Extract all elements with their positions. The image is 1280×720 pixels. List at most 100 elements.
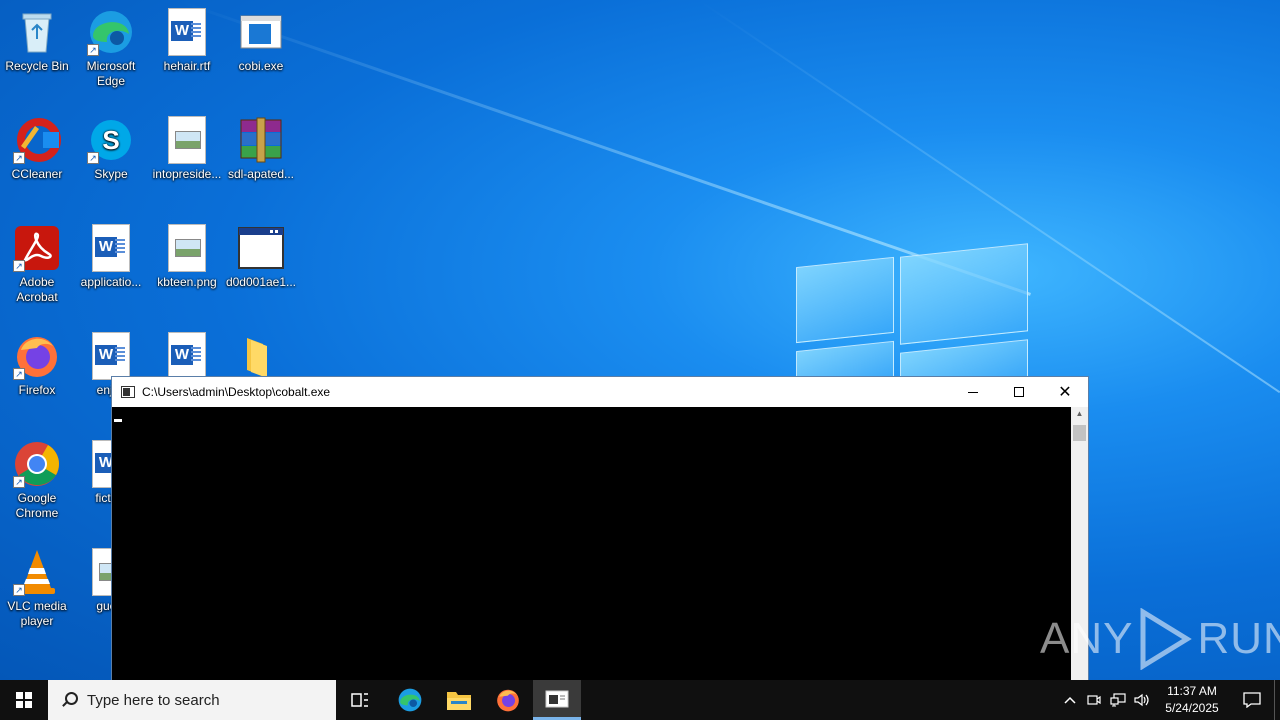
search-icon: [61, 692, 78, 708]
desktop-icon-sdl-apated[interactable]: sdl-apated...: [224, 116, 298, 182]
desktop-icon-recycle-bin[interactable]: Recycle Bin: [0, 8, 74, 74]
close-icon: ✕: [1058, 384, 1072, 401]
icon-label: kbteen.png: [157, 275, 217, 289]
system-tray: 11:37 AM 5/24/2025: [1058, 680, 1280, 720]
console-title-bar[interactable]: C:\Users\admin\Desktop\cobalt.exe ✕: [112, 377, 1088, 407]
file-explorer-icon: [447, 692, 471, 710]
show-hidden-icons-button[interactable]: [1058, 680, 1082, 720]
firefox-icon: [497, 689, 519, 712]
watermark-text-left: ANY: [1040, 614, 1134, 663]
icon-label: CCleaner: [11, 167, 63, 181]
shortcut-arrow-icon: ↗: [13, 260, 25, 272]
taskbar-search-box[interactable]: Type here to search: [48, 680, 336, 720]
desktop-icon-skype[interactable]: S ↗ Skype: [74, 116, 148, 182]
icon-label: applicatio...: [80, 275, 142, 289]
desktop-icon-kbteen-png[interactable]: kbteen.png: [150, 224, 224, 290]
speaker-icon: [1134, 693, 1149, 707]
shortcut-arrow-icon: ↗: [87, 152, 99, 164]
taskbar-console[interactable]: [533, 680, 581, 720]
windows-start-icon: [16, 692, 32, 708]
chevron-up-icon: [1064, 696, 1076, 704]
meet-now-button[interactable]: [1082, 680, 1106, 720]
shortcut-arrow-icon: ↗: [13, 476, 25, 488]
desktop-icon-cobi-exe[interactable]: cobi.exe: [224, 8, 298, 74]
taskbar-file-explorer[interactable]: [435, 680, 483, 720]
anyrun-watermark: ANY RUN: [1040, 608, 1280, 670]
ccleaner-icon: ↗: [13, 116, 61, 164]
console-app-icon: [121, 386, 135, 398]
minimize-icon: [968, 391, 978, 393]
icon-label: sdl-apated...: [227, 167, 295, 181]
chrome-icon: ↗: [13, 440, 61, 488]
icon-label: Microsoft Edge: [86, 59, 136, 88]
image-file-icon: [163, 116, 211, 164]
desktop-icon-adobe-acrobat[interactable]: ↗ Adobe Acrobat: [0, 224, 74, 305]
minimize-button[interactable]: [950, 377, 996, 407]
word-document-icon: W: [87, 224, 135, 272]
svg-text:S: S: [102, 125, 119, 155]
icon-label: VLC media player: [7, 599, 67, 628]
shortcut-arrow-icon: ↗: [13, 368, 25, 380]
desktop-icon-google-chrome[interactable]: ↗ Google Chrome: [0, 440, 74, 521]
icon-label: Skype: [94, 167, 128, 181]
scroll-up-arrow-icon[interactable]: ▲: [1071, 409, 1088, 423]
desktop-icon-hehair-rtf[interactable]: W hehair.rtf: [150, 8, 224, 74]
desktop-icon-intopreside[interactable]: intopreside...: [150, 116, 224, 182]
task-view-button[interactable]: [336, 680, 384, 720]
network-icon: [1110, 693, 1126, 707]
icon-label: cobi.exe: [238, 59, 284, 73]
taskbar-clock[interactable]: 11:37 AM 5/24/2025: [1154, 683, 1230, 717]
executable-icon: [237, 8, 285, 56]
desktop-icon-microsoft-edge[interactable]: ↗ Microsoft Edge: [74, 8, 148, 89]
clock-date: 5/24/2025: [1165, 701, 1219, 715]
icon-label: Google Chrome: [15, 491, 59, 520]
edge-icon: ↗: [87, 8, 135, 56]
skype-icon: S ↗: [87, 116, 135, 164]
edge-icon: [398, 688, 422, 712]
maximize-button[interactable]: [996, 377, 1042, 407]
desktop-icon-vlc[interactable]: ↗ VLC media player: [0, 548, 74, 629]
icon-label: Recycle Bin: [5, 59, 69, 73]
task-view-icon: [351, 693, 368, 707]
word-document-icon: W: [87, 332, 135, 380]
desktop-icon-ccleaner[interactable]: ↗ CCleaner: [0, 116, 74, 182]
icon-label: d0d001ae1...: [225, 275, 297, 289]
window-app-icon: [237, 224, 285, 272]
icon-label: intopreside...: [152, 167, 222, 181]
search-placeholder: Type here to search: [87, 691, 220, 709]
firefox-icon: ↗: [13, 332, 61, 380]
clock-time: 11:37 AM: [1167, 684, 1217, 698]
text-cursor: [114, 419, 122, 422]
watermark-text-right: RUN: [1197, 614, 1280, 663]
windows-logo-graphic: [796, 242, 1028, 399]
show-desktop-button[interactable]: [1274, 680, 1280, 720]
acrobat-icon: ↗: [13, 224, 61, 272]
recycle-bin-icon: [13, 8, 61, 56]
image-file-icon: [163, 224, 211, 272]
network-button[interactable]: [1106, 680, 1130, 720]
notification-icon: [1243, 692, 1261, 708]
console-output-area[interactable]: [112, 407, 1072, 681]
maximize-icon: [1014, 387, 1024, 397]
desktop-icon-firefox[interactable]: ↗ Firefox: [0, 332, 74, 398]
start-button[interactable]: [0, 680, 48, 720]
desktop-icon-d0d001ae1[interactable]: d0d001ae1...: [224, 224, 298, 290]
volume-button[interactable]: [1130, 680, 1154, 720]
winrar-archive-icon: [237, 116, 285, 164]
action-center-button[interactable]: [1230, 680, 1274, 720]
console-app-icon: [545, 690, 569, 707]
folder-icon: [237, 332, 285, 380]
taskbar: Type here to search 11:37 AM 5/24/2025: [0, 680, 1280, 720]
desktop-icon-applicatio[interactable]: W applicatio...: [74, 224, 148, 290]
console-window[interactable]: C:\Users\admin\Desktop\cobalt.exe ✕ ▲: [111, 376, 1089, 681]
word-document-icon: W: [163, 332, 211, 380]
shortcut-arrow-icon: ↗: [87, 44, 99, 56]
shortcut-arrow-icon: ↗: [13, 152, 25, 164]
play-icon: [1140, 608, 1193, 670]
icon-label: Firefox: [18, 383, 56, 397]
taskbar-firefox[interactable]: [484, 680, 532, 720]
scrollbar-thumb[interactable]: [1073, 425, 1086, 441]
close-button[interactable]: ✕: [1042, 377, 1088, 407]
taskbar-edge[interactable]: [386, 680, 434, 720]
camera-icon: [1087, 695, 1101, 705]
